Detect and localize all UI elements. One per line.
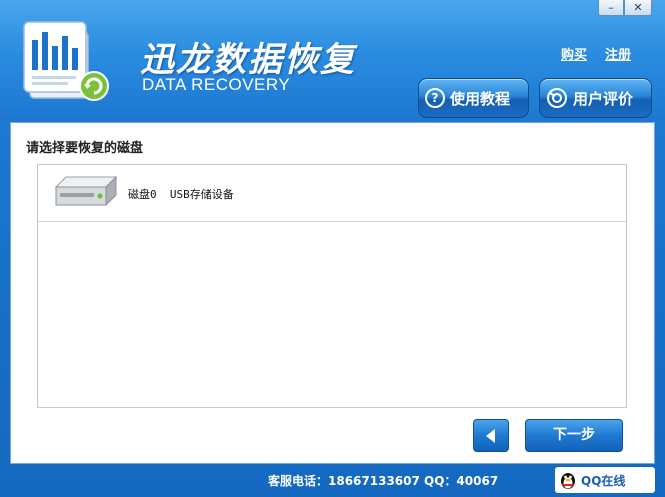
review-button[interactable]: 用户评价 <box>539 78 652 118</box>
qq-online-label: QQ在线 <box>581 473 626 488</box>
service-contact: 客服电话：18667133607 QQ：40067 <box>268 474 499 488</box>
app-title: 迅龙数据恢复 <box>140 40 356 80</box>
left-arrow-icon <box>486 429 495 443</box>
minimize-button[interactable]: – <box>598 0 624 16</box>
qq-penguin-icon <box>561 473 575 489</box>
list-item[interactable]: 磁盘0 USB存储设备 <box>38 165 626 222</box>
review-button-label: 用户评价 <box>573 89 634 108</box>
disk-label: 磁盘0 USB存储设备 <box>128 188 234 201</box>
app-subtitle: DATA RECOVERY <box>142 75 291 94</box>
review-icon <box>547 88 567 108</box>
help-icon: ? <box>425 88 445 108</box>
buy-link[interactable]: 购买 <box>561 44 587 63</box>
disk-list[interactable]: 磁盘0 USB存储设备 <box>37 164 627 408</box>
close-button[interactable]: ✕ <box>624 0 652 16</box>
select-disk-prompt: 请选择要恢复的磁盘 <box>26 141 144 156</box>
app-logo-icon <box>23 21 109 101</box>
header: – ✕ 迅龙数据恢复 DATA RECOVERY 购买 注册 ? 使用教程 用户… <box>0 0 665 122</box>
back-button[interactable] <box>473 419 509 452</box>
hard-drive-icon <box>54 175 118 207</box>
qq-online-badge[interactable]: QQ在线 <box>555 467 655 493</box>
register-link[interactable]: 注册 <box>605 44 631 63</box>
tutorial-button-label: 使用教程 <box>450 89 511 108</box>
tutorial-button[interactable]: ? 使用教程 <box>418 78 529 118</box>
next-button[interactable]: 下一步 <box>525 419 623 452</box>
app-window: – ✕ 迅龙数据恢复 DATA RECOVERY 购买 注册 ? 使用教程 用户… <box>0 0 665 497</box>
